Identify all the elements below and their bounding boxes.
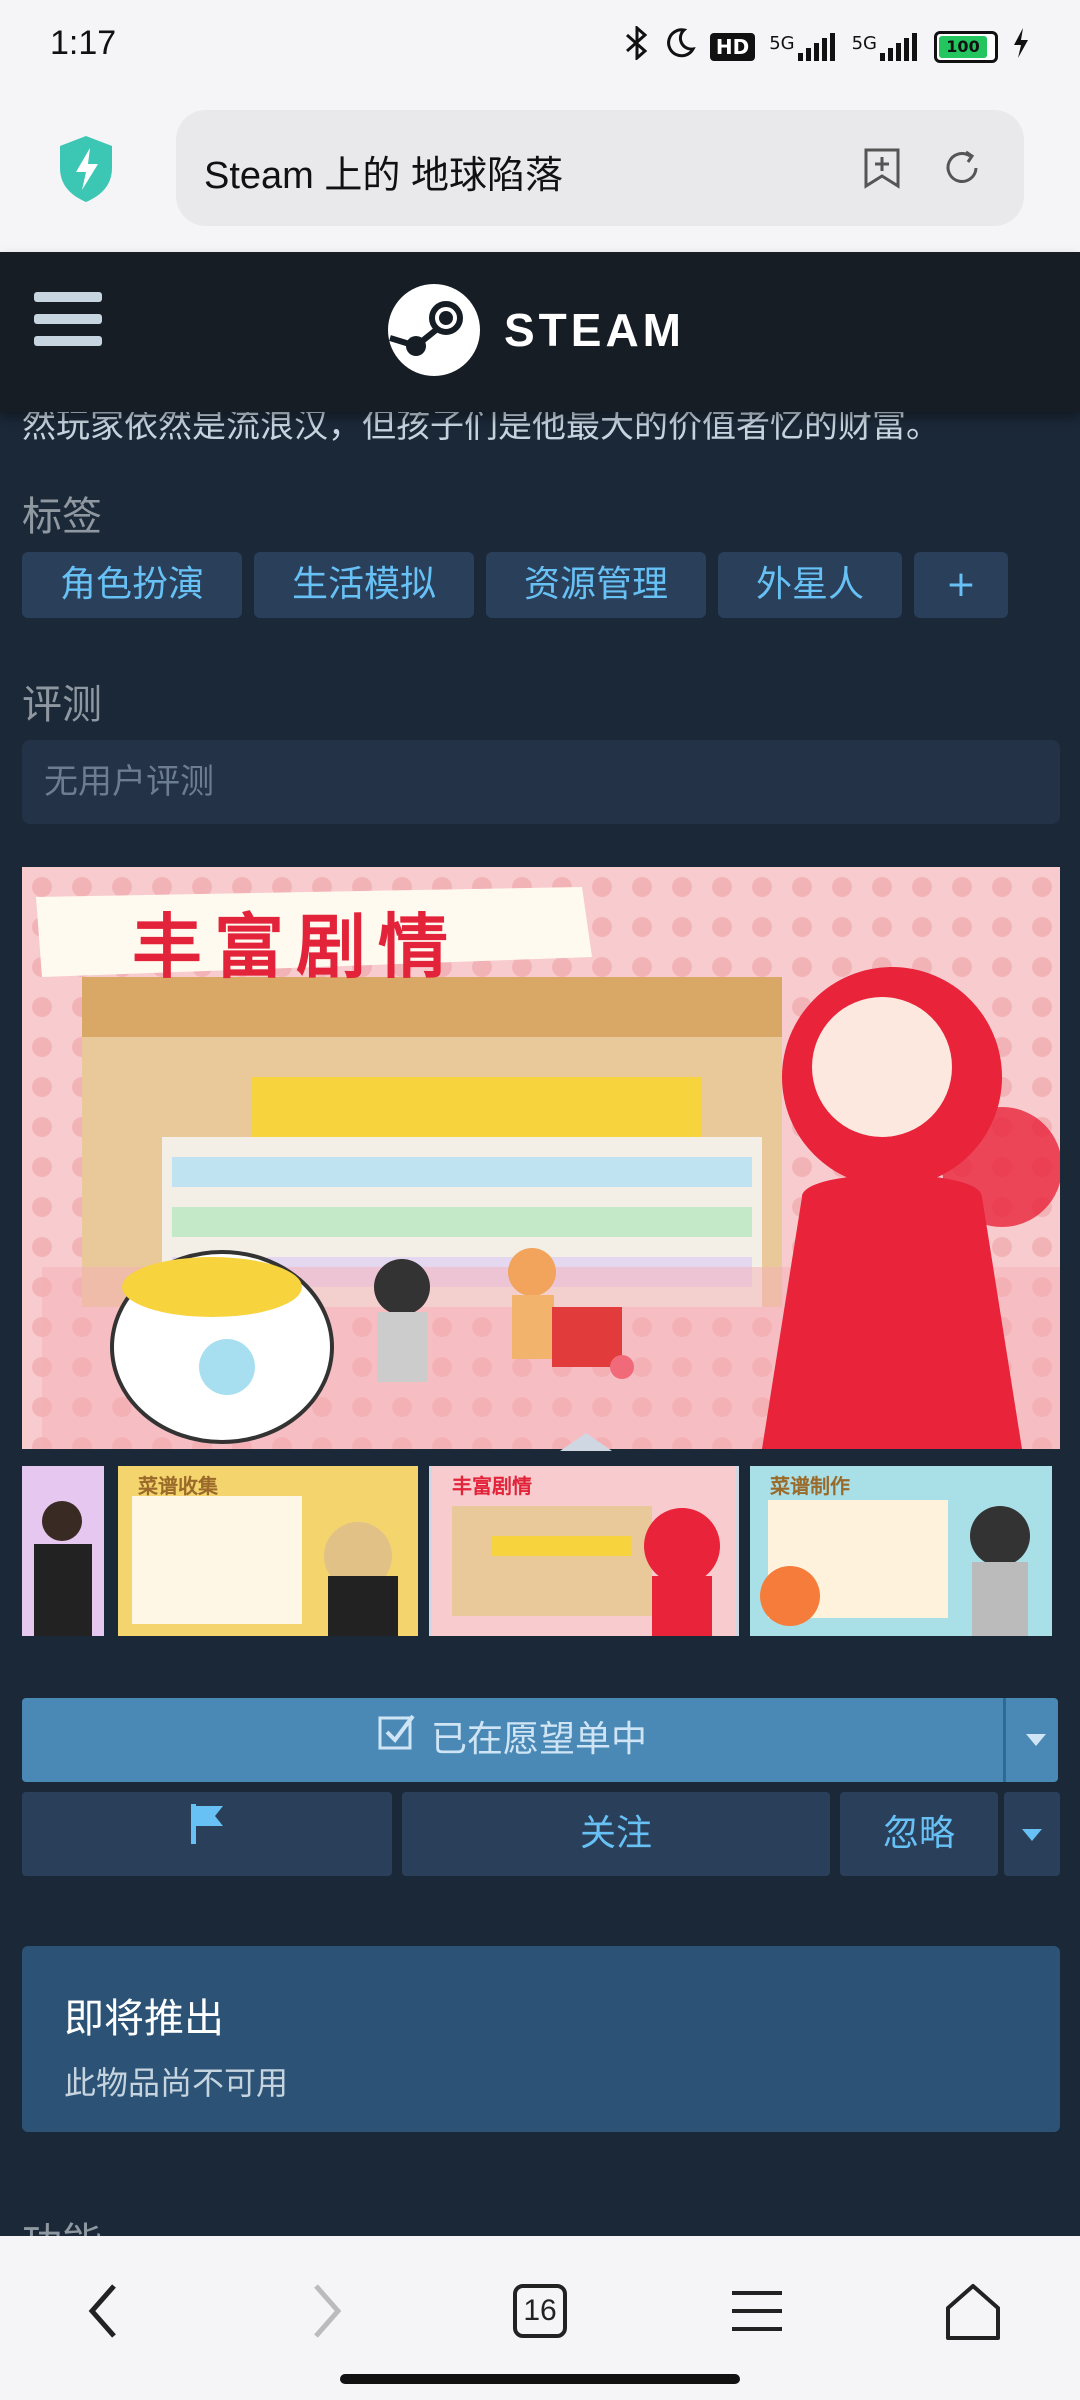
reviews-summary: 无用户评测 — [22, 740, 1060, 824]
network-label: 5G — [769, 32, 795, 54]
reviews-heading: 评测 — [22, 682, 102, 728]
main-screenshot[interactable]: 丰富剧情 — [22, 867, 1060, 1449]
follow-button[interactable]: 关注 — [402, 1792, 830, 1876]
ignore-button[interactable]: 忽略 — [840, 1792, 998, 1876]
shield-icon[interactable] — [56, 134, 116, 204]
tag-resource-management[interactable]: 资源管理 — [486, 552, 706, 618]
hero-caption: 丰富剧情 — [132, 906, 460, 988]
tabs-button[interactable]: 16 — [505, 2276, 575, 2346]
steam-header: STEAM — [0, 252, 1080, 412]
clock: 1:17 — [50, 24, 117, 62]
hd-icon: HD — [709, 32, 756, 61]
coming-soon-title: 即将推出 — [64, 1996, 224, 2042]
wishlist-text: 已在愿望单中 — [430, 1719, 647, 1760]
wishlist-divider — [1003, 1698, 1006, 1782]
back-icon[interactable] — [70, 2276, 140, 2346]
coming-soon-subtitle: 此物品尚不可用 — [64, 2064, 289, 2102]
ignore-dropdown-button[interactable] — [1004, 1792, 1060, 1876]
thumbnail-4-caption: 菜谱制作 — [770, 1474, 850, 1498]
menu-lines-icon[interactable] — [722, 2276, 792, 2346]
signal-5g-icon: 5G — [769, 32, 837, 61]
steam-wordmark: STEAM — [504, 304, 685, 356]
report-button[interactable] — [22, 1792, 392, 1876]
forward-icon[interactable] — [290, 2276, 360, 2346]
address-bar[interactable]: Steam 上的 地球陷落 — [176, 110, 1024, 226]
battery-icon: 100 — [934, 30, 998, 63]
thumbnail-4[interactable]: 菜谱制作 — [750, 1466, 1052, 1636]
home-indicator[interactable] — [340, 2374, 740, 2384]
tag-role-playing[interactable]: 角色扮演 — [22, 552, 242, 618]
status-icons: HD 5G 5G 100 — [624, 24, 1030, 67]
thumbnail-2-caption: 菜谱收集 — [138, 1474, 218, 1498]
thumbnail-2[interactable]: 菜谱收集 — [118, 1466, 418, 1636]
bluetooth-icon — [624, 24, 650, 67]
wishlist-label: 已在愿望单中 — [22, 1698, 1002, 1783]
steam-logo[interactable]: STEAM — [386, 282, 685, 378]
steam-logo-icon — [388, 284, 480, 376]
tag-life-sim[interactable]: 生活模拟 — [254, 552, 474, 618]
thumbnail-strip: 菜谱收集 丰富剧情 菜谱制作 — [22, 1466, 1060, 1636]
home-icon[interactable] — [938, 2276, 1008, 2346]
charging-icon — [1012, 28, 1030, 65]
wishlist-dropdown-icon[interactable] — [1026, 1734, 1046, 1746]
thumbnail-3-caption: 丰富剧情 — [452, 1474, 532, 1498]
thumbnail-1[interactable] — [22, 1466, 104, 1636]
tag-more-button[interactable]: + — [914, 552, 1008, 618]
page-title[interactable]: Steam 上的 地球陷落 — [204, 144, 563, 199]
reload-icon[interactable] — [940, 146, 984, 190]
battery-level: 100 — [939, 35, 987, 58]
tag-aliens[interactable]: 外星人 — [718, 552, 902, 618]
selected-thumb-indicator — [560, 1433, 612, 1451]
thumbnail-3-selected[interactable]: 丰富剧情 — [429, 1466, 739, 1636]
tab-count: 16 — [523, 2294, 557, 2327]
network-label: 5G — [851, 32, 877, 54]
wishlist-button[interactable]: 已在愿望单中 — [22, 1698, 1058, 1782]
browser-toolbar: Steam 上的 地球陷落 — [0, 96, 1080, 252]
status-bar: 1:17 HD 5G 5G 100 — [0, 0, 1080, 96]
checkbox-checked-icon — [377, 1699, 417, 1783]
menu-icon[interactable] — [34, 292, 102, 352]
bookmark-add-icon[interactable] — [860, 146, 904, 190]
tag-list: 角色扮演 生活模拟 资源管理 外星人 + — [22, 552, 1008, 618]
signal-5g-icon: 5G — [851, 32, 920, 61]
moon-icon — [664, 27, 696, 66]
flag-icon — [187, 1793, 227, 1877]
tags-heading: 标签 — [22, 494, 102, 540]
coming-soon-panel: 即将推出 此物品尚不可用 — [22, 1946, 1060, 2132]
chevron-down-icon — [1022, 1829, 1042, 1841]
